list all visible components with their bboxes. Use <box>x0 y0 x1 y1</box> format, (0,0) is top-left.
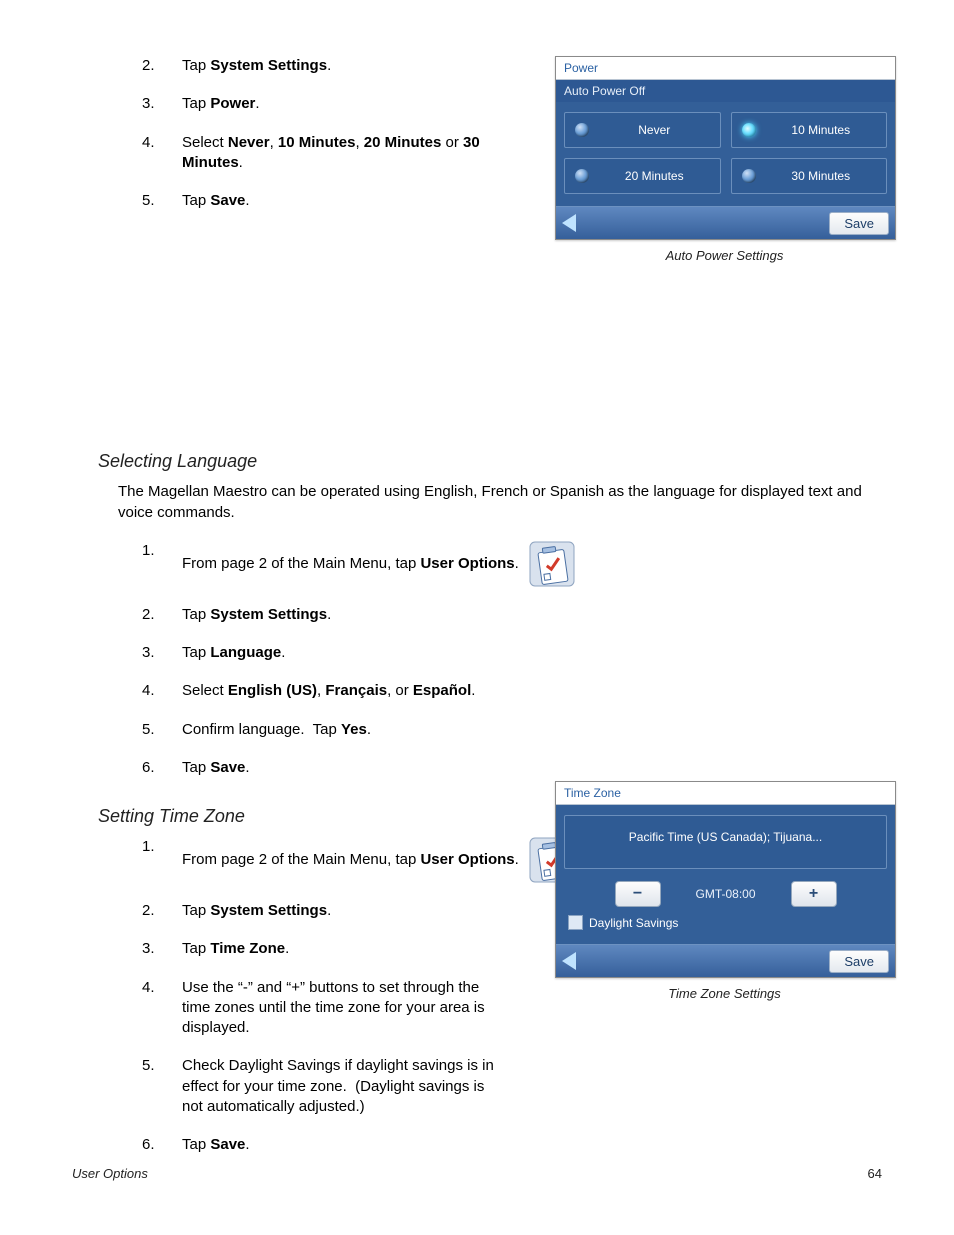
power-option[interactable]: 10 Minutes <box>731 112 888 148</box>
step-number: 2. <box>142 605 182 625</box>
figure-caption: Time Zone Settings <box>555 986 894 1001</box>
radio-icon <box>742 169 756 183</box>
device-timezone-screenshot: Time Zone Pacific Time (US Canada); Tiju… <box>555 781 896 978</box>
step-number: 4. <box>142 681 182 701</box>
step-number: 4. <box>142 978 182 998</box>
step-text: Confirm language. Tap Yes. <box>182 720 882 740</box>
step-text: Tap Save. <box>182 758 882 778</box>
figure-caption: Auto Power Settings <box>555 248 894 263</box>
step-text: Tap System Settings. <box>182 901 502 921</box>
power-option[interactable]: 30 Minutes <box>731 158 888 194</box>
list-item: 5.Check Daylight Savings if daylight sav… <box>142 1056 882 1117</box>
step-number: 2. <box>142 901 182 921</box>
footer-section-name: User Options <box>72 1166 148 1181</box>
step-number: 3. <box>142 643 182 663</box>
timezone-name-display: Pacific Time (US Canada); Tijuana... <box>564 815 887 869</box>
step-text: Tap System Settings. <box>182 605 882 625</box>
device-footer: Save <box>556 944 895 977</box>
page-footer: User Options 64 <box>72 1166 882 1181</box>
power-option-grid: Never 10 Minutes 20 Minutes 30 Minutes <box>556 102 895 206</box>
minus-button[interactable]: − <box>615 881 661 907</box>
step-text: Use the “-” and “+” buttons to set throu… <box>182 978 502 1039</box>
list-item: 3.Tap Language. <box>142 643 882 663</box>
device-footer: Save <box>556 206 895 239</box>
daylight-savings-label: Daylight Savings <box>589 916 678 930</box>
language-intro-paragraph: The Magellan Maestro can be operated usi… <box>118 482 882 523</box>
power-option-label: 30 Minutes <box>766 169 877 183</box>
list-item: 6.Tap Save. <box>142 758 882 778</box>
list-item: 5.Confirm language. Tap Yes. <box>142 720 882 740</box>
language-steps: 1. From page 2 of the Main Menu, tap Use… <box>142 541 882 778</box>
step-number: 6. <box>142 1135 182 1155</box>
plus-button[interactable]: + <box>791 881 837 907</box>
radio-icon <box>575 123 589 137</box>
power-option-label: Never <box>599 123 710 137</box>
save-button[interactable]: Save <box>829 950 889 973</box>
radio-icon <box>575 169 589 183</box>
step-text: Check Daylight Savings if daylight savin… <box>182 1056 502 1117</box>
figure-auto-power: Power Auto Power Off Never 10 Minutes 20 M… <box>555 56 894 263</box>
gmt-offset: GMT-08:00 <box>681 887 771 901</box>
step-number: 5. <box>142 720 182 740</box>
power-option-label: 20 Minutes <box>599 169 710 183</box>
save-button[interactable]: Save <box>829 212 889 235</box>
screen-title: Power <box>556 57 895 80</box>
list-item: 1. From page 2 of the Main Menu, tap Use… <box>142 541 882 587</box>
back-icon[interactable] <box>562 952 576 970</box>
screen-subtitle: Auto Power Off <box>556 80 895 102</box>
daylight-savings-checkbox[interactable] <box>568 915 583 930</box>
step-number: 5. <box>142 191 182 211</box>
step-text: Select English (US), Français, or Españo… <box>182 681 882 701</box>
step-text: Tap Power. <box>182 94 502 114</box>
step-text: Tap Language. <box>182 643 882 663</box>
step-number: 5. <box>142 1056 182 1076</box>
step-number: 1. <box>142 541 182 561</box>
power-option[interactable]: Never <box>564 112 721 148</box>
list-item: 4.Select English (US), Français, or Espa… <box>142 681 882 701</box>
step-number: 3. <box>142 939 182 959</box>
step-text: From page 2 of the Main Menu, tap User O… <box>182 541 882 587</box>
list-item: 6.Tap Save. <box>142 1135 882 1155</box>
step-number: 2. <box>142 56 182 76</box>
user-options-icon <box>529 541 575 587</box>
step-number: 1. <box>142 837 182 857</box>
power-option[interactable]: 20 Minutes <box>564 158 721 194</box>
step-number: 4. <box>142 133 182 153</box>
step-number: 6. <box>142 758 182 778</box>
step-text: Tap System Settings. <box>182 56 502 76</box>
step-number: 3. <box>142 94 182 114</box>
power-option-label: 10 Minutes <box>766 123 877 137</box>
device-power-screenshot: Power Auto Power Off Never 10 Minutes 20 M… <box>555 56 896 240</box>
list-item: 2.Tap System Settings. <box>142 605 882 625</box>
step-text: Tap Save. <box>182 1135 502 1155</box>
figure-time-zone: Time Zone Pacific Time (US Canada); Tiju… <box>555 781 894 1001</box>
back-icon[interactable] <box>562 214 576 232</box>
heading-selecting-language: Selecting Language <box>98 451 882 472</box>
page-number: 64 <box>868 1166 882 1181</box>
step-text: Tap Time Zone. <box>182 939 502 959</box>
step-text: Tap Save. <box>182 191 502 211</box>
screen-title: Time Zone <box>556 782 895 805</box>
radio-icon <box>742 123 756 137</box>
step-text: Select Never, 10 Minutes, 20 Minutes or … <box>182 133 502 174</box>
